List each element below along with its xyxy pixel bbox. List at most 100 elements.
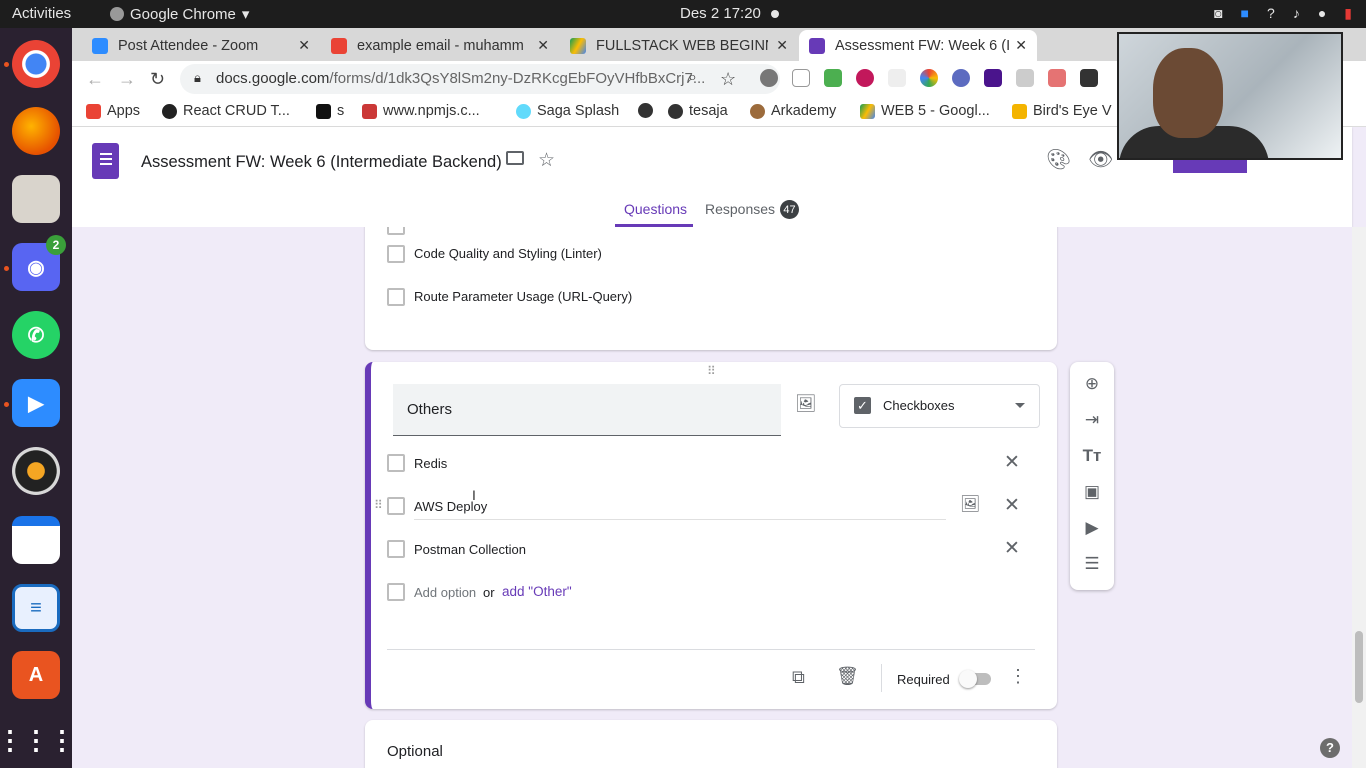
- question-card[interactable]: Code Quality and Styling (Linter) Route …: [365, 227, 1057, 350]
- extension-icon[interactable]: [952, 69, 970, 87]
- chrome-icon[interactable]: [12, 40, 60, 88]
- discord-icon[interactable]: ◉ 2: [12, 235, 66, 291]
- extension-icon[interactable]: [1048, 69, 1066, 87]
- drag-handle-icon[interactable]: ⠿: [707, 364, 717, 378]
- bookmark-apps[interactable]: Apps: [86, 103, 140, 119]
- extension-icon[interactable]: [920, 69, 938, 87]
- clock[interactable]: Des 2 17:20: [680, 5, 779, 22]
- section-card[interactable]: Optional: [365, 720, 1057, 768]
- bookmark-star-icon[interactable]: ☆: [720, 69, 736, 90]
- zoom-tray-icon[interactable]: ■: [1241, 5, 1249, 22]
- tab-gmail[interactable]: example email - muhamm ✕: [321, 30, 559, 61]
- question-title-input[interactable]: Others: [393, 384, 781, 436]
- tab-responses[interactable]: Responses: [705, 201, 775, 217]
- remove-option-icon[interactable]: ✕: [1004, 451, 1020, 474]
- import-questions-icon[interactable]: ⇥: [1082, 410, 1102, 430]
- zoom-icon[interactable]: ▶: [12, 379, 60, 427]
- system-tray[interactable]: ◙ ■ ? ♪ ● ▮: [1214, 5, 1352, 22]
- microphone-icon[interactable]: ●: [1318, 5, 1326, 22]
- help-tray-icon[interactable]: ?: [1267, 5, 1275, 22]
- battery-icon[interactable]: ▮: [1344, 5, 1352, 22]
- extension-icon[interactable]: [1016, 69, 1034, 87]
- required-toggle[interactable]: [959, 670, 991, 688]
- extension-icon[interactable]: [888, 69, 906, 87]
- apps-grid-icon[interactable]: ⋮⋮⋮: [0, 716, 75, 764]
- rhythmbox-icon[interactable]: [12, 447, 60, 495]
- bookmark-react-crud[interactable]: React CRUD T...: [162, 103, 290, 119]
- extension-icon[interactable]: [792, 69, 810, 87]
- add-question-icon[interactable]: ⊕: [1082, 374, 1102, 394]
- close-icon[interactable]: ✕: [298, 37, 310, 54]
- scrollbar[interactable]: [1352, 227, 1366, 768]
- bookmark-birds-eye[interactable]: Bird's Eye V: [1012, 103, 1112, 119]
- writer-icon[interactable]: [12, 516, 60, 564]
- option-input[interactable]: Postman Collection: [414, 542, 526, 557]
- bookmark-s[interactable]: s: [316, 103, 344, 119]
- help-icon[interactable]: ?: [1320, 738, 1340, 758]
- whatsapp-icon[interactable]: ✆: [12, 311, 60, 359]
- question-type-select[interactable]: ✓ Checkboxes: [839, 384, 1040, 428]
- section-title[interactable]: Optional: [387, 743, 443, 760]
- scrollbar-thumb[interactable]: [1355, 631, 1363, 703]
- add-title-icon[interactable]: Tт: [1082, 446, 1102, 466]
- forms-logo-icon[interactable]: [92, 143, 119, 179]
- discord-tray-icon[interactable]: ◙: [1214, 5, 1222, 22]
- add-image-icon[interactable]: 🖼︎: [795, 394, 817, 414]
- forward-icon[interactable]: →: [118, 69, 136, 90]
- dock: ◉ 2 ✆ ▶ ≡ A ⋮⋮⋮: [0, 28, 75, 768]
- folder-icon[interactable]: [506, 151, 524, 165]
- bookmark-tesaja[interactable]: tesaja: [668, 103, 728, 119]
- bookmark-arkademy[interactable]: Arkademy: [750, 103, 836, 119]
- drag-handle-icon[interactable]: ⠿: [374, 498, 383, 512]
- files-icon[interactable]: [12, 175, 60, 223]
- software-icon[interactable]: A: [12, 651, 60, 699]
- extension-icon[interactable]: [760, 69, 778, 87]
- bookmark-npmjs[interactable]: www.npmjs.c...: [362, 103, 480, 119]
- tab-forms[interactable]: Assessment FW: Week 6 (I ✕: [799, 30, 1037, 61]
- add-option-input[interactable]: Add option: [414, 585, 476, 600]
- activities-button[interactable]: Activities: [12, 5, 71, 22]
- libreoffice-icon[interactable]: ≡: [12, 584, 60, 632]
- remove-option-icon[interactable]: ✕: [1004, 494, 1020, 517]
- form-title[interactable]: Assessment FW: Week 6 (Intermediate Back…: [141, 153, 502, 172]
- zoom-tab-icon: [92, 37, 108, 54]
- delete-trash-icon[interactable]: 🗑︎: [836, 666, 859, 687]
- more-vert-icon[interactable]: ⋮: [1009, 666, 1027, 687]
- close-icon[interactable]: ✕: [776, 37, 788, 54]
- app-menu[interactable]: Google Chrome ▾: [110, 5, 249, 23]
- add-section-icon[interactable]: ☰: [1082, 554, 1102, 574]
- add-image-icon[interactable]: ▣: [1082, 482, 1102, 502]
- zoom-lens-icon[interactable]: ⌕: [688, 69, 697, 87]
- close-icon[interactable]: ✕: [1015, 37, 1027, 54]
- volume-icon[interactable]: ♪: [1293, 5, 1300, 22]
- extension-icon[interactable]: [984, 69, 1002, 87]
- bookmark-saga-splash[interactable]: Saga Splash: [516, 103, 619, 119]
- close-icon[interactable]: ✕: [537, 37, 549, 54]
- tab-zoom[interactable]: Post Attendee - Zoom ✕: [82, 30, 320, 61]
- active-question-card[interactable]: ⠿ Others 🖼︎ ✓ Checkboxes Redis ✕ ⠿ AWS D…: [365, 362, 1057, 709]
- remove-option-icon[interactable]: ✕: [1004, 537, 1020, 560]
- add-other-link[interactable]: add "Other": [502, 584, 572, 599]
- option-label[interactable]: Route Parameter Usage (URL-Query): [414, 289, 632, 304]
- option-input[interactable]: Redis: [414, 456, 447, 471]
- webcam-overlay[interactable]: [1117, 32, 1343, 160]
- option-label[interactable]: Code Quality and Styling (Linter): [414, 246, 602, 261]
- option-input[interactable]: AWS Deploy: [414, 499, 487, 514]
- firefox-icon[interactable]: [12, 107, 60, 155]
- bookmark-globe[interactable]: [638, 103, 659, 118]
- add-video-icon[interactable]: ▶: [1082, 518, 1102, 538]
- back-icon[interactable]: ←: [86, 69, 104, 90]
- duplicate-icon[interactable]: ⧉: [792, 667, 805, 688]
- reload-icon[interactable]: ↻: [150, 69, 165, 90]
- tab-drive[interactable]: FULLSTACK WEB BEGINNI ✕: [560, 30, 798, 61]
- option-image-icon[interactable]: 🖼︎: [960, 494, 980, 514]
- extension-icon[interactable]: [1080, 69, 1098, 87]
- tab-questions[interactable]: Questions: [624, 201, 687, 217]
- extension-icon[interactable]: [824, 69, 842, 87]
- palette-icon[interactable]: 🎨︎: [1046, 147, 1071, 172]
- preview-eye-icon[interactable]: 👁︎: [1088, 147, 1113, 172]
- chevron-down-icon: [1015, 403, 1025, 408]
- bookmark-web5[interactable]: WEB 5 - Googl...: [860, 103, 990, 119]
- extension-icon[interactable]: [856, 69, 874, 87]
- star-icon[interactable]: ☆: [538, 149, 555, 172]
